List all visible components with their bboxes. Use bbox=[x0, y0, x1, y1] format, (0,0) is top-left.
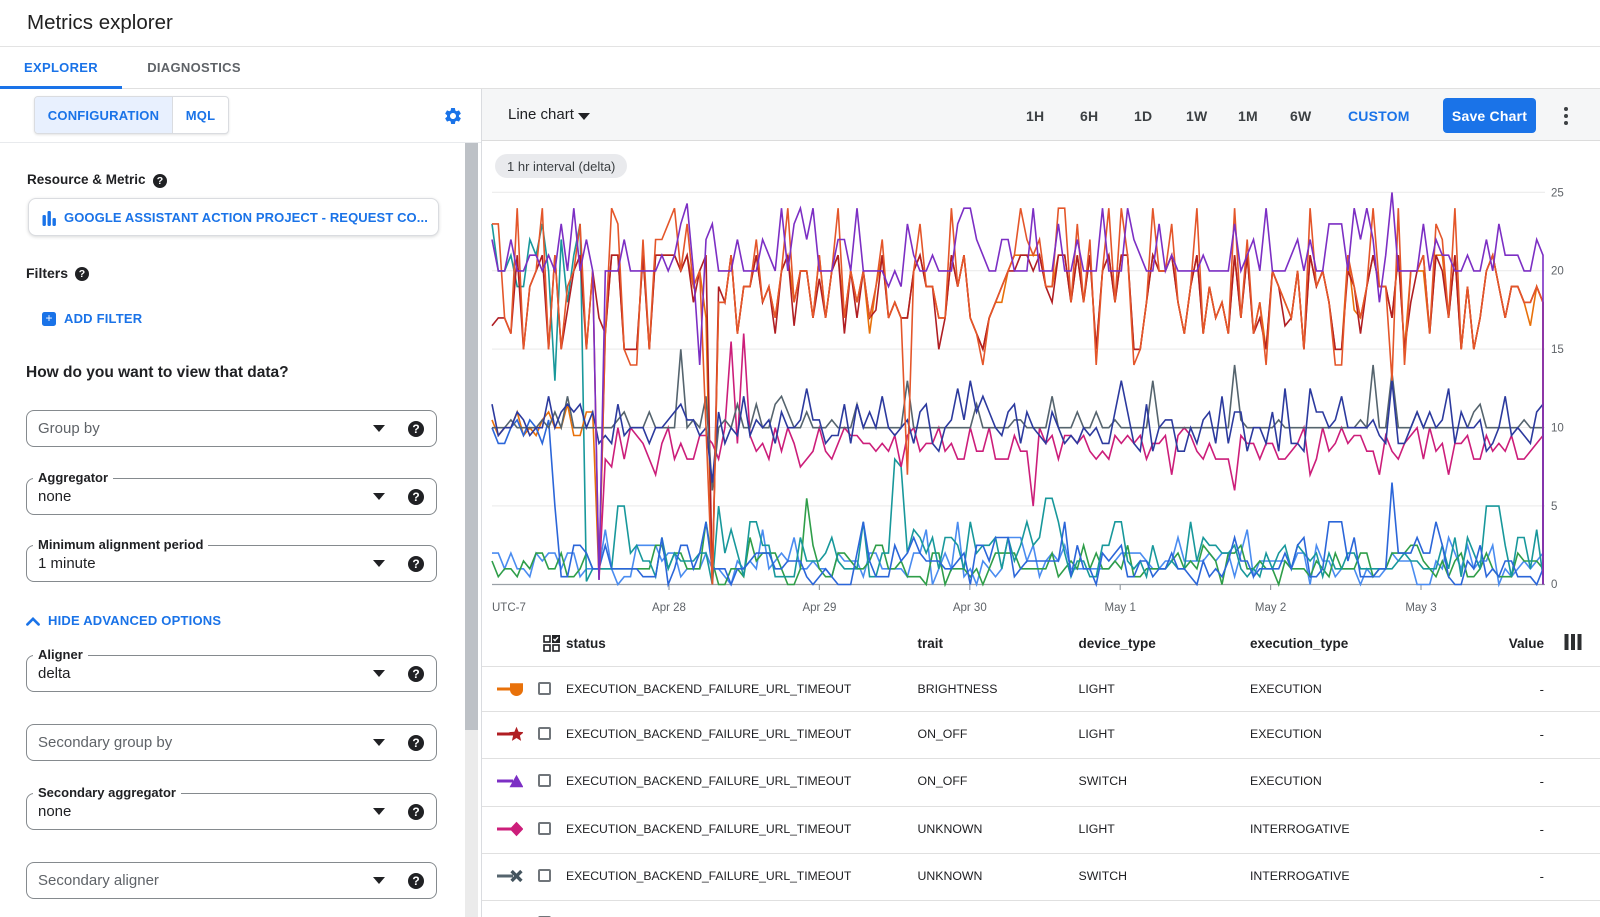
svg-text:May 3: May 3 bbox=[1405, 602, 1436, 614]
svg-text:15: 15 bbox=[1551, 344, 1564, 356]
svg-text:May 2: May 2 bbox=[1255, 602, 1286, 614]
svg-text:0: 0 bbox=[1551, 579, 1557, 591]
svg-text:20: 20 bbox=[1551, 266, 1564, 278]
svg-text:25: 25 bbox=[1551, 187, 1564, 199]
svg-text:Apr 28: Apr 28 bbox=[652, 602, 686, 614]
svg-text:Apr 30: Apr 30 bbox=[953, 602, 987, 614]
svg-text:5: 5 bbox=[1551, 501, 1557, 513]
svg-text:May 1: May 1 bbox=[1105, 602, 1136, 614]
svg-text:UTC-7: UTC-7 bbox=[492, 602, 526, 614]
svg-text:10: 10 bbox=[1551, 423, 1564, 435]
svg-text:Apr 29: Apr 29 bbox=[802, 602, 836, 614]
